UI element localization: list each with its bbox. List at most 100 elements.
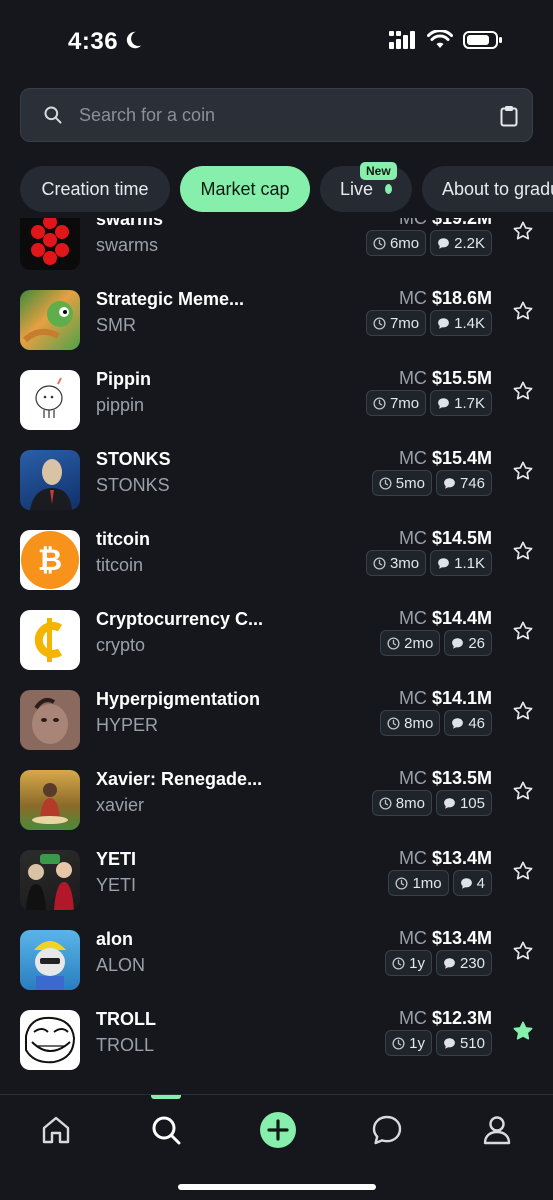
mc-label: MC [398,528,427,548]
age-text: 8mo [395,794,425,812]
coin-avatar [20,218,80,270]
profile-icon[interactable] [480,1113,514,1147]
star-icon[interactable] [512,700,534,722]
age-text: 2mo [404,634,434,652]
coin-meta: 1mo 4 [388,870,492,896]
star-icon[interactable] [512,380,534,402]
coin-name: Strategic Meme... [96,289,245,309]
mc-value: $12.3M [431,1008,492,1028]
coin-market-cap: MC $13.4M [399,848,492,869]
replies-pill: 2.2K [430,230,492,256]
coin-name: TROLL [96,1009,156,1029]
clock-icon [387,636,400,650]
replies-pill: 230 [435,950,492,976]
coin-row[interactable]: TROLL TROLL MC $12.3M 1y 510 [0,1000,553,1080]
star-icon[interactable] [512,780,534,802]
search-icon [44,106,62,124]
age-pill: 2mo [380,630,441,656]
coin-name: Hyperpigmentation [96,689,261,709]
signal-icon [389,31,415,49]
search-input[interactable] [79,104,459,126]
chat-icon[interactable] [370,1113,404,1147]
age-text: 1mo [412,874,442,892]
age-text: 3mo [389,554,420,572]
coin-avatar [20,930,80,990]
coin-market-cap: MC $18.6M [399,288,492,309]
active-tab-indicator [151,1095,181,1099]
coin-row[interactable]: Hyperpigmentation HYPER MC $14.1M 8mo 46 [0,680,553,760]
mc-value: $14.1M [431,688,492,708]
star-icon[interactable] [512,220,534,242]
coin-market-cap: MC $13.4M [399,928,492,949]
coin-row[interactable]: swarms swarms MC $19.2M 6mo 2.2K [0,218,553,280]
coin-ticker: STONKS [96,475,170,495]
coin-row[interactable]: Xavier: Renegade... xavier MC $13.5M 8mo… [0,760,553,840]
coin-ticker: HYPER [96,715,159,735]
coin-name: STONKS [96,449,171,469]
mc-label: MC [398,848,427,868]
coin-avatar [20,770,80,830]
coin-row[interactable]: YETI YETI MC $13.4M 1mo 4 [0,840,553,920]
mc-label: MC [398,768,427,788]
clock-icon [392,1036,405,1050]
age-text: 8mo [404,714,434,732]
mc-label: MC [398,288,427,308]
coin-row[interactable]: Cryptocurrency C... crypto MC $14.4M 2mo… [0,600,553,680]
coin-row[interactable]: Pippin pippin MC $15.5M 7mo 1.7K [0,360,553,440]
clock-icon [379,476,392,490]
clock-icon [392,956,405,970]
mc-value: $15.5M [431,368,492,388]
replies-pill: 26 [444,630,492,656]
star-icon[interactable] [512,940,534,962]
filter-creation-time[interactable]: Creation time [20,166,170,212]
coin-ticker: SMR [96,315,136,335]
star-icon[interactable] [512,460,534,482]
age-pill: 7mo [365,310,427,336]
comment-icon [452,637,464,649]
search-bar[interactable] [20,88,533,142]
replies-text: 1.7K [454,394,485,412]
comment-icon [438,557,450,569]
replies-pill: 746 [435,470,492,496]
coin-name: titcoin [96,529,150,549]
mc-value: $14.5M [431,528,492,548]
replies-pill: 105 [435,790,492,816]
age-pill: 1mo [388,870,449,896]
home-icon[interactable] [39,1113,73,1147]
filter-about-to-graduate[interactable]: About to graduate [422,166,553,212]
coin-name: Pippin [96,369,151,389]
age-text: 5mo [395,474,425,492]
star-icon[interactable] [512,620,534,642]
coin-market-cap: MC $14.5M [399,528,492,549]
star-icon[interactable] [512,540,534,562]
mc-value: $18.6M [431,288,492,308]
filter-label: Creation time [41,178,149,199]
comment-icon [460,877,472,889]
replies-text: 1.1K [454,554,485,572]
search-icon[interactable] [149,1113,183,1147]
replies-pill: 510 [435,1030,492,1056]
age-pill: 7mo [365,390,427,416]
status-icons [389,30,503,50]
coin-row[interactable]: Strategic Meme... SMR MC $18.6M 7mo 1.4K [0,280,553,360]
replies-text: 2.2K [454,234,485,252]
filter-market-cap[interactable]: Market cap [180,166,310,212]
coin-meta: 2mo 26 [380,630,492,656]
coin-row[interactable]: alon ALON MC $13.4M 1y 230 [0,920,553,1000]
clipboard-icon[interactable] [500,105,518,127]
replies-text: 746 [459,474,485,492]
filter-label: About to graduate [442,178,553,199]
status-bar: 4:36 [0,0,553,80]
coin-row[interactable]: STONKS STONKS MC $15.4M 5mo 746 [0,440,553,520]
star-filled-icon[interactable] [512,1020,534,1042]
coin-avatar [20,370,80,430]
coin-ticker: titcoin [96,555,144,575]
coin-meta: 3mo 1.1K [365,550,492,576]
coin-market-cap: MC $13.5M [399,768,492,789]
replies-text: 105 [459,794,485,812]
coin-row[interactable]: ₿ titcoin titcoin MC $14.5M 3mo 1.1K [0,520,553,600]
plus-icon[interactable] [259,1111,297,1149]
coin-market-cap: MC $14.1M [399,688,492,709]
star-icon[interactable] [512,300,534,322]
star-icon[interactable] [512,860,534,882]
